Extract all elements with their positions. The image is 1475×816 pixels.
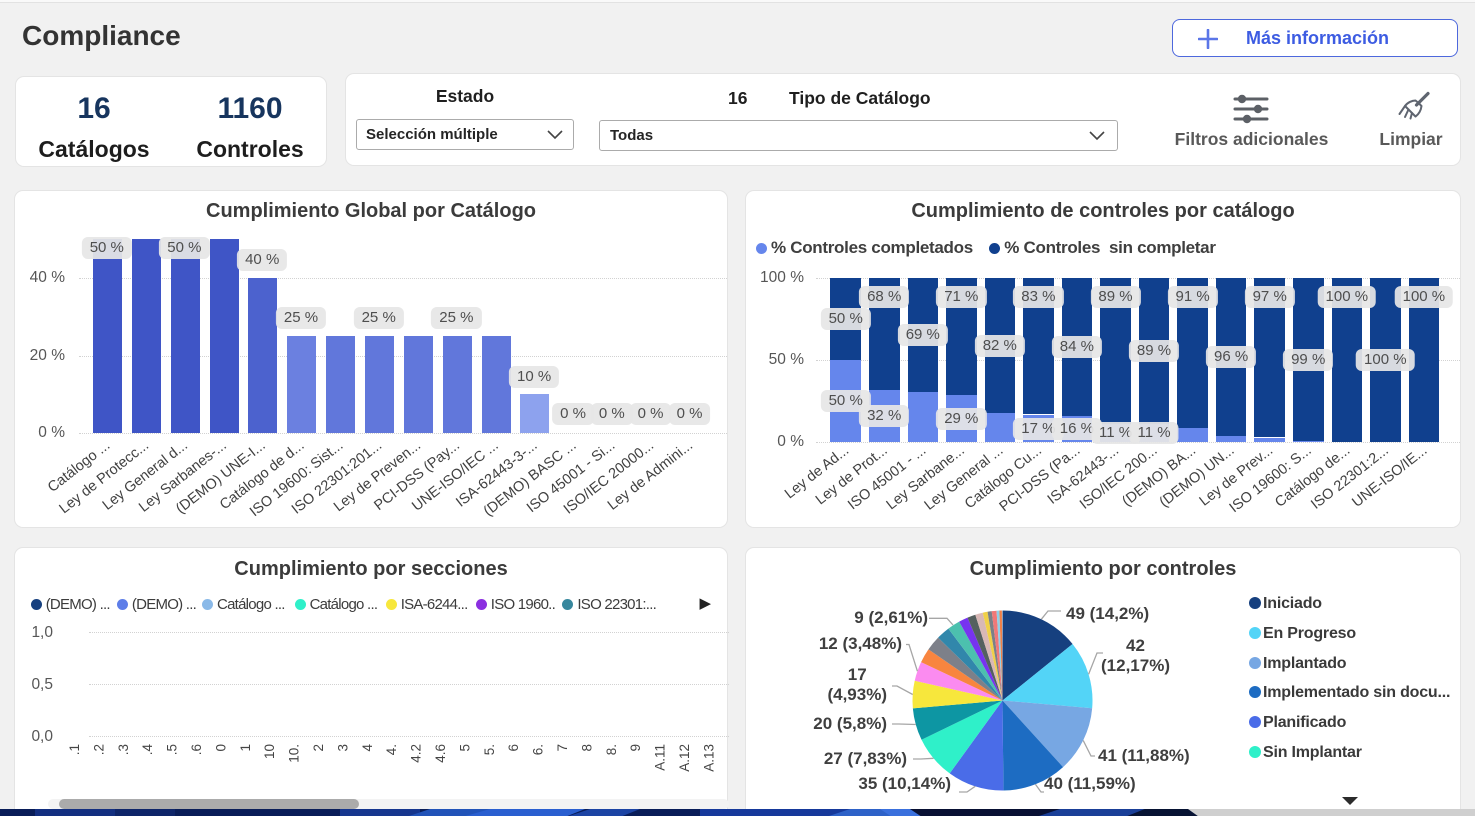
svg-text:9: 9 [628,744,643,752]
svg-text:10: 10 [262,744,277,759]
svg-text:6: 6 [506,744,521,752]
svg-text:A.13: A.13 [701,744,716,772]
svg-text:8.: 8. [604,744,619,755]
svg-text:6.: 6. [531,744,546,755]
svg-text:4.: 4. [384,744,399,755]
svg-text:4: 4 [360,744,375,752]
svg-text:1: 1 [238,744,253,752]
svg-text:7: 7 [555,744,570,752]
svg-text:4.6: 4.6 [433,744,448,763]
svg-text:0: 0 [213,744,228,752]
svg-text:.6: .6 [189,744,204,755]
svg-text:.1: .1 [67,744,82,755]
svg-text:2: 2 [311,744,326,752]
svg-text:.2: .2 [91,744,106,755]
svg-text:10.: 10. [287,744,302,763]
svg-text:8: 8 [579,744,594,752]
svg-text:.5: .5 [165,744,180,755]
svg-text:4.2: 4.2 [409,744,424,763]
svg-text:3: 3 [335,744,350,752]
svg-text:.4: .4 [140,744,155,756]
svg-text:.3: .3 [116,744,131,755]
svg-text:5: 5 [457,744,472,752]
svg-text:A.12: A.12 [677,744,692,772]
svg-text:A.11: A.11 [653,744,668,771]
svg-text:5.: 5. [482,744,497,755]
